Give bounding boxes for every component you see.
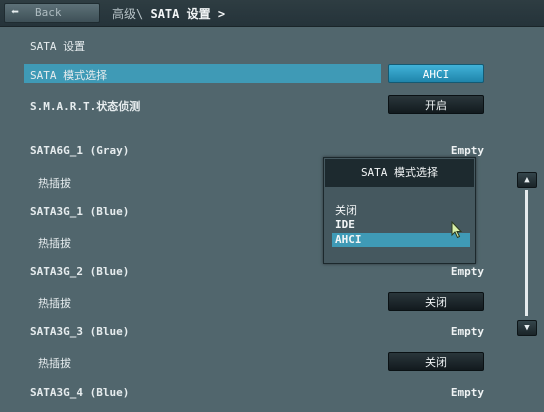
mouse-cursor-icon xyxy=(451,221,463,239)
smart-button[interactable]: 开启 xyxy=(388,95,484,114)
option-ahci[interactable]: AHCI xyxy=(332,233,470,247)
breadcrumb-current: SATA 设置 > xyxy=(150,7,226,21)
port5-label: SATA3G_4 (Blue) xyxy=(30,386,130,399)
popup-title: SATA 模式选择 xyxy=(325,159,474,187)
option-ide[interactable]: IDE xyxy=(332,218,470,232)
port5-status: Empty xyxy=(450,386,484,399)
port1-label: SATA6G_1 (Gray) xyxy=(30,144,130,157)
port3-label: SATA3G_2 (Blue) xyxy=(30,265,130,278)
breadcrumb-parent[interactable]: 高级\ xyxy=(112,7,143,21)
breadcrumb: 高级\ SATA 设置 > xyxy=(112,5,225,22)
port4-hotplug-button[interactable]: 关闭 xyxy=(388,352,484,371)
top-bar: ⬅ Back 高级\ SATA 设置 > xyxy=(0,0,544,27)
scroll-up-button[interactable]: ▲ xyxy=(517,172,537,188)
back-button[interactable]: ⬅ Back xyxy=(4,3,100,23)
sata-mode-label: SATA 模式选择 xyxy=(30,69,108,82)
triangle-down-icon: ▼ xyxy=(524,323,530,333)
port3-hotplug-button[interactable]: 关闭 xyxy=(388,292,484,311)
scroll-down-button[interactable]: ▼ xyxy=(517,320,537,336)
port1-hotplug-label: 热插拔 xyxy=(38,177,71,190)
option-disabled[interactable]: 关闭 xyxy=(332,204,470,218)
smart-label: S.M.A.R.T.状态侦测 xyxy=(30,100,141,113)
port4-hotplug-label: 热插拔 xyxy=(38,357,71,370)
port4-label: SATA3G_3 (Blue) xyxy=(30,325,130,338)
section-title: SATA 设置 xyxy=(30,40,86,53)
port4-status: Empty xyxy=(450,325,484,338)
port3-status: Empty xyxy=(450,265,484,278)
scrollbar-track[interactable] xyxy=(525,190,528,316)
sata-mode-popup: SATA 模式选择 关闭 IDE AHCI xyxy=(323,157,476,264)
port3-hotplug-label: 热插拔 xyxy=(38,297,71,310)
port2-hotplug-label: 热插拔 xyxy=(38,237,71,250)
triangle-up-icon: ▲ xyxy=(524,175,530,185)
port2-label: SATA3G_1 (Blue) xyxy=(30,205,130,218)
back-label: Back xyxy=(35,6,62,19)
back-arrow-icon: ⬅ xyxy=(11,5,19,20)
port1-status: Empty xyxy=(450,144,484,157)
sata-mode-button[interactable]: AHCI xyxy=(388,64,484,83)
